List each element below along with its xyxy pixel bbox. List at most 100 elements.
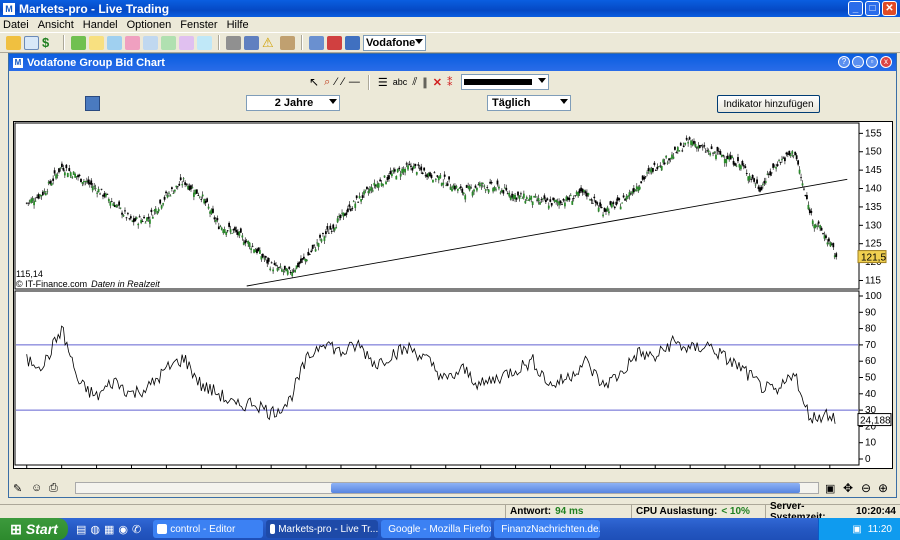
person-icon[interactable]: ☺ — [31, 482, 42, 494]
candle — [346, 208, 349, 212]
window-icon[interactable] — [125, 35, 140, 50]
candle — [234, 227, 236, 231]
taskbar-item-firefox[interactable]: Google - Mozilla Firefox — [381, 520, 492, 538]
taskbar-item-finanznachrichten[interactable]: FinanzNachrichten.de... — [494, 520, 601, 538]
candle — [682, 145, 685, 148]
menu-handel[interactable]: Handel — [83, 19, 118, 31]
quicklaunch-icon[interactable]: ◍ — [90, 523, 100, 536]
open-icon[interactable] — [6, 35, 21, 50]
start-button[interactable]: ⊞ Start — [0, 518, 68, 540]
candle — [311, 244, 314, 249]
chart-window-titlebar: M Vodafone Group Bid Chart — [9, 54, 896, 71]
candle — [43, 191, 46, 193]
quicklaunch-icon[interactable]: ▤ — [76, 523, 86, 536]
warning-icon[interactable]: ⚠ — [262, 35, 277, 50]
line-tool-icon[interactable]: ⁄ — [335, 76, 337, 88]
candle — [674, 146, 676, 150]
candle — [226, 230, 229, 232]
start-label: Start — [25, 521, 58, 537]
minimize-button[interactable]: _ — [852, 56, 864, 68]
ray-tool-icon[interactable]: ∕ — [342, 76, 344, 88]
symbol-select[interactable]: Vodafone — [363, 34, 426, 51]
candle — [52, 178, 55, 181]
print-icon[interactable]: ⎙ — [49, 482, 58, 495]
mail-icon[interactable] — [24, 35, 39, 50]
table-icon[interactable] — [244, 35, 259, 50]
menu-fenster[interactable]: Fenster — [180, 19, 217, 31]
quicklaunch-icon[interactable]: ◉ — [118, 523, 128, 536]
arrow-icon[interactable] — [71, 35, 86, 50]
taskbar-item-editor[interactable]: control - Editor — [153, 520, 264, 538]
text-tool-icon[interactable]: abc — [393, 77, 408, 87]
delete-all-icon[interactable]: ⁑ — [447, 76, 453, 89]
candle — [725, 158, 728, 164]
add-indicator-button[interactable]: Indikator hinzufügen — [717, 95, 820, 113]
candle — [216, 218, 219, 221]
chart-type-icon[interactable] — [85, 96, 100, 111]
candle — [122, 215, 125, 217]
candle — [672, 156, 675, 159]
fibonacci-icon[interactable]: ☰ — [378, 76, 388, 89]
draw-icon[interactable]: ✎ — [13, 482, 22, 495]
channel-tool-icon[interactable]: ⫽ — [412, 76, 417, 89]
minimize-button[interactable]: _ — [848, 1, 863, 16]
help-button[interactable]: ? — [838, 56, 850, 68]
candle — [181, 184, 184, 186]
interval-select-value: Täglich — [492, 97, 531, 109]
folder-icon[interactable] — [89, 35, 104, 50]
candle — [421, 172, 424, 174]
parallel-tool-icon[interactable]: ∥ — [422, 76, 428, 89]
people-icon[interactable] — [280, 35, 295, 50]
candle — [707, 150, 710, 152]
window-icon[interactable] — [161, 35, 176, 50]
menu-hilfe[interactable]: Hilfe — [227, 19, 249, 31]
chart-canvas[interactable]: 115120125130135140145150155 010203040506… — [14, 122, 892, 468]
sheet-close-icon[interactable] — [327, 35, 342, 50]
window-icon[interactable] — [179, 35, 194, 50]
menu-datei[interactable]: Datei — [3, 19, 29, 31]
price-tick-label: 140 — [865, 184, 882, 195]
quicklaunch-icon[interactable]: ▦ — [104, 523, 114, 536]
candle — [408, 164, 411, 165]
period-select[interactable]: 2 Jahre — [246, 95, 340, 111]
chart-area[interactable]: 115120125130135140145150155 010203040506… — [13, 121, 893, 469]
candle — [407, 165, 409, 170]
cursor-icon[interactable]: ↖ — [309, 75, 319, 89]
candle — [719, 151, 722, 155]
zoom-out-icon[interactable]: ⊖ — [861, 481, 871, 495]
candle — [442, 182, 445, 185]
taskbar-item-markets-pro[interactable]: Markets-pro - Live Tr... — [266, 520, 379, 538]
candle — [215, 219, 217, 222]
sheet-icon[interactable] — [309, 35, 324, 50]
move-icon[interactable]: ✥ — [843, 481, 853, 495]
window-icon[interactable]: ▣ — [825, 482, 835, 495]
scrollbar-thumb[interactable] — [331, 483, 800, 493]
candle — [602, 214, 604, 217]
tools-icon[interactable] — [226, 35, 241, 50]
network-icon[interactable]: ▣ — [852, 524, 861, 535]
dollar-icon[interactable]: $ — [42, 35, 57, 50]
price-panel — [14, 122, 860, 290]
candle — [688, 137, 691, 140]
candle — [371, 190, 374, 192]
window-icon[interactable] — [143, 35, 158, 50]
menu-ansicht[interactable]: Ansicht — [38, 19, 74, 31]
line-style-select[interactable] — [461, 74, 550, 90]
maximize-button[interactable]: □ — [865, 1, 880, 16]
menu-optionen[interactable]: Optionen — [127, 19, 172, 31]
interval-select[interactable]: Täglich — [487, 95, 571, 111]
candle — [740, 165, 742, 170]
price-tick-label: 155 — [865, 128, 882, 139]
window-icon[interactable] — [197, 35, 212, 50]
window-icon[interactable] — [107, 35, 122, 50]
horizontal-scrollbar[interactable] — [75, 482, 819, 494]
delete-icon[interactable]: ✕ — [433, 76, 442, 89]
zoom-in-icon[interactable]: ⊕ — [878, 481, 888, 495]
zoom-tool-icon[interactable]: ⌕ — [324, 76, 330, 89]
close-button[interactable]: ✕ — [882, 1, 897, 16]
chart-grid-icon[interactable] — [345, 35, 360, 50]
close-button[interactable]: x — [880, 56, 892, 68]
restore-button[interactable]: ▫ — [866, 56, 878, 68]
quicklaunch-icon[interactable]: ✆ — [132, 523, 141, 536]
horizontal-line-icon[interactable]: — — [349, 76, 360, 88]
